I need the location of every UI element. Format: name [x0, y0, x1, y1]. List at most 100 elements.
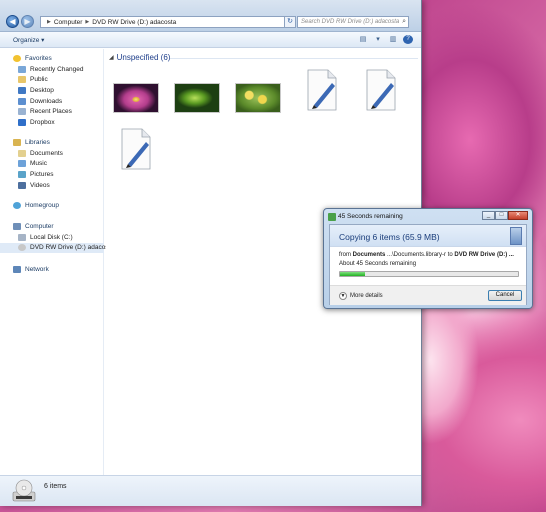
- videos-icon: [18, 181, 26, 189]
- file-thumbnail-flowers[interactable]: [235, 83, 281, 113]
- recent-folder-icon: [18, 65, 26, 73]
- nav-item-label: Downloads: [30, 97, 63, 105]
- more-details-button[interactable]: ▼ More details: [339, 292, 383, 300]
- organize-button[interactable]: Organize ▾: [13, 36, 44, 44]
- nav-item-label: Recent Places: [30, 108, 72, 116]
- file-thumbnail-green-leaf[interactable]: [174, 83, 220, 113]
- source-path: ...\Documents.library-r to: [385, 252, 455, 258]
- time-remaining: About 45 Seconds remaining: [339, 261, 417, 267]
- nav-item-label: Dropbox: [30, 118, 55, 126]
- libraries-group: Libraries Documents Music Pictures Video…: [0, 137, 104, 190]
- file-document-1[interactable]: [306, 69, 338, 111]
- chevron-down-icon: ▼: [339, 292, 347, 300]
- chevron-right-icon: ▶: [85, 19, 90, 25]
- refresh-button[interactable]: ↻: [284, 16, 296, 28]
- computer-group: Computer Local Disk (C:) DVD RW Drive (D…: [0, 221, 114, 254]
- breadcrumb-computer[interactable]: Computer: [54, 19, 83, 26]
- nav-item-label: Public: [30, 76, 48, 84]
- search-placeholder: Search DVD RW Drive (D:) adacosta: [301, 19, 400, 25]
- nav-item-documents[interactable]: Documents: [0, 148, 104, 159]
- address-bar[interactable]: ▶ Computer ▶ DVD RW Drive (D:) adacosta: [40, 16, 286, 28]
- from-prefix: from: [339, 252, 353, 258]
- nav-item-videos[interactable]: Videos: [0, 180, 104, 191]
- document-icon: [366, 69, 396, 111]
- source-link[interactable]: Documents: [353, 252, 386, 258]
- music-icon: [18, 160, 26, 168]
- homegroup-icon: [13, 202, 21, 209]
- document-icon: [121, 128, 151, 170]
- nav-item-label: Recently Changed: [30, 65, 84, 73]
- nav-item-label: Desktop: [30, 86, 54, 94]
- chevron-down-icon[interactable]: ▾: [373, 35, 383, 44]
- destination-link[interactable]: DVD RW Drive (D:) ...: [454, 252, 514, 258]
- dialog-header: Copying 6 items (65.9 MB): [330, 225, 526, 247]
- dvd-drive-icon: [12, 479, 36, 502]
- file-document-2[interactable]: [365, 69, 397, 111]
- nav-item-dvd-drive[interactable]: DVD RW Drive (D:) adacosta: [0, 242, 114, 254]
- progress-bar: [339, 271, 519, 277]
- documents-icon: [18, 149, 26, 157]
- nav-item-desktop[interactable]: Desktop: [0, 85, 104, 96]
- file-document-3[interactable]: [120, 128, 152, 170]
- breadcrumb-dvd-drive[interactable]: DVD RW Drive (D:) adacosta: [92, 19, 176, 26]
- document-stack-icon: [510, 227, 522, 245]
- group-header-label: Unspecified (6): [116, 53, 171, 62]
- folder-icon: [18, 76, 26, 84]
- more-details-label: More details: [350, 293, 383, 299]
- document-icon: [307, 69, 337, 111]
- maximize-button[interactable]: □: [495, 211, 508, 220]
- nav-item-label: Videos: [30, 181, 50, 189]
- nav-item-public[interactable]: Public: [0, 75, 104, 86]
- dropbox-icon: [18, 118, 26, 126]
- search-input[interactable]: Search DVD RW Drive (D:) adacosta ⌕: [297, 16, 409, 28]
- chevron-right-icon: ▶: [47, 19, 51, 25]
- dialog-heading: Copying 6 items (65.9 MB): [339, 232, 440, 242]
- nav-libraries[interactable]: Libraries: [0, 137, 104, 148]
- nav-item-label: Music: [30, 160, 47, 168]
- progress-bar-fill: [340, 272, 365, 276]
- dialog-title: 45 Seconds remaining: [338, 213, 403, 220]
- help-icon[interactable]: ?: [403, 35, 413, 44]
- group-header[interactable]: ◢ Unspecified (6): [109, 53, 170, 62]
- close-button[interactable]: ✕: [508, 211, 528, 220]
- nav-item-label: Documents: [30, 149, 63, 157]
- title-bar: ◀ ▶ ▶ Computer ▶ DVD RW Drive (D:) adaco…: [0, 0, 421, 32]
- nav-item-dropbox[interactable]: Dropbox: [0, 117, 104, 128]
- nav-homegroup[interactable]: Homegroup: [0, 200, 104, 211]
- search-icon: ⌕: [402, 18, 406, 25]
- nav-network[interactable]: Network: [0, 264, 104, 275]
- downloads-icon: [18, 97, 26, 105]
- nav-item-music[interactable]: Music: [0, 159, 104, 170]
- nav-item-label: Local Disk (C:): [30, 233, 73, 241]
- nav-computer[interactable]: Computer: [0, 221, 104, 232]
- nav-homegroup-label: Homegroup: [25, 202, 59, 209]
- back-button[interactable]: ◀: [6, 15, 19, 28]
- file-thumbnail-lotus[interactable]: [113, 83, 159, 113]
- nav-item-recently-changed[interactable]: Recently Changed: [0, 64, 104, 75]
- nav-item-label: DVD RW Drive (D:) adacosta: [30, 244, 115, 252]
- nav-item-downloads[interactable]: Downloads: [0, 96, 104, 107]
- network-group: Network: [0, 264, 104, 275]
- nav-favorites-label: Favorites: [25, 55, 52, 62]
- pictures-icon: [18, 170, 26, 178]
- hard-disk-icon: [18, 233, 26, 241]
- dialog-footer: ▼ More details Cancel: [330, 285, 526, 305]
- nav-item-local-disk[interactable]: Local Disk (C:): [0, 232, 104, 243]
- network-icon: [13, 266, 21, 273]
- nav-favorites[interactable]: Favorites: [0, 53, 104, 64]
- favorites-group: Favorites Recently Changed Public Deskto…: [0, 53, 104, 128]
- nav-item-pictures[interactable]: Pictures: [0, 169, 104, 180]
- forward-button[interactable]: ▶: [21, 15, 34, 28]
- dialog-body: Copying 6 items (65.9 MB) from Documents…: [329, 224, 527, 305]
- nav-libraries-label: Libraries: [25, 139, 50, 146]
- cancel-button[interactable]: Cancel: [488, 290, 522, 301]
- collapse-arrow-icon: ◢: [109, 55, 114, 61]
- nav-item-label: Pictures: [30, 170, 54, 178]
- view-options-icon[interactable]: ▤: [358, 35, 368, 44]
- item-count: 6 items: [44, 483, 67, 490]
- minimize-button[interactable]: _: [482, 211, 495, 220]
- preview-pane-icon[interactable]: ▥: [388, 35, 398, 44]
- nav-item-recent-places[interactable]: Recent Places: [0, 106, 104, 117]
- navigation-pane: Favorites Recently Changed Public Deskto…: [0, 49, 114, 475]
- dvd-drive-icon: [18, 244, 26, 252]
